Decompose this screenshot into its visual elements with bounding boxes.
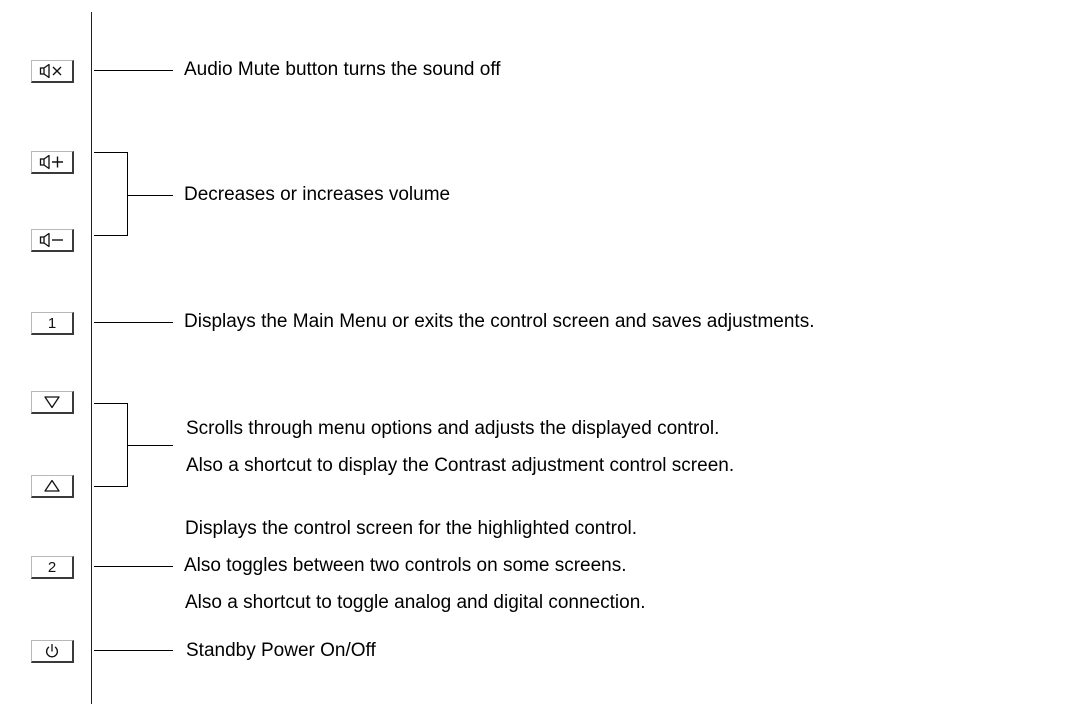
volume-down-button[interactable] bbox=[31, 229, 74, 252]
connector-volume-down bbox=[94, 235, 128, 236]
mute-description: Audio Mute button turns the sound off bbox=[184, 59, 501, 80]
scroll-description-line-2: Also a shortcut to display the Contrast … bbox=[186, 455, 735, 476]
connector-select bbox=[94, 566, 173, 567]
connector-volume-up bbox=[94, 152, 128, 153]
speaker-mute-icon bbox=[39, 63, 65, 79]
volume-description: Decreases or increases volume bbox=[184, 184, 451, 205]
select-button[interactable]: 2 bbox=[31, 556, 74, 579]
monitor-panel-edge bbox=[91, 12, 92, 704]
connector-down bbox=[94, 403, 128, 404]
up-button[interactable] bbox=[31, 475, 74, 498]
volume-up-button[interactable] bbox=[31, 151, 74, 174]
menu-description: Displays the Main Menu or exits the cont… bbox=[184, 311, 815, 332]
speaker-minus-icon bbox=[39, 232, 65, 248]
menu-button[interactable]: 1 bbox=[31, 312, 74, 335]
connector-scroll bbox=[127, 445, 173, 446]
connector-power bbox=[94, 650, 173, 651]
select-description-line-3: Also a shortcut to toggle analog and dig… bbox=[185, 592, 646, 613]
power-icon bbox=[44, 643, 60, 659]
connector-mute bbox=[94, 70, 173, 71]
triangle-up-icon bbox=[43, 479, 61, 493]
connector-menu bbox=[94, 322, 173, 323]
connector-up bbox=[94, 486, 128, 487]
select-description-line-2: Also toggles between two controls on som… bbox=[184, 555, 627, 576]
speaker-plus-icon bbox=[39, 154, 65, 170]
select-description-line-1: Displays the control screen for the high… bbox=[185, 518, 638, 539]
bracket-volume bbox=[127, 152, 128, 235]
menu-button-label: 1 bbox=[47, 314, 57, 332]
audio-mute-button[interactable] bbox=[31, 60, 74, 83]
triangle-down-icon bbox=[43, 395, 61, 409]
down-button[interactable] bbox=[31, 391, 74, 414]
button-diagram: Audio Mute button turns the sound off De… bbox=[0, 0, 1071, 704]
select-button-label: 2 bbox=[47, 558, 57, 576]
power-description: Standby Power On/Off bbox=[186, 640, 376, 661]
scroll-description-line-1: Scrolls through menu options and adjusts… bbox=[186, 418, 720, 439]
connector-volume bbox=[127, 195, 173, 196]
power-button[interactable] bbox=[31, 640, 74, 663]
